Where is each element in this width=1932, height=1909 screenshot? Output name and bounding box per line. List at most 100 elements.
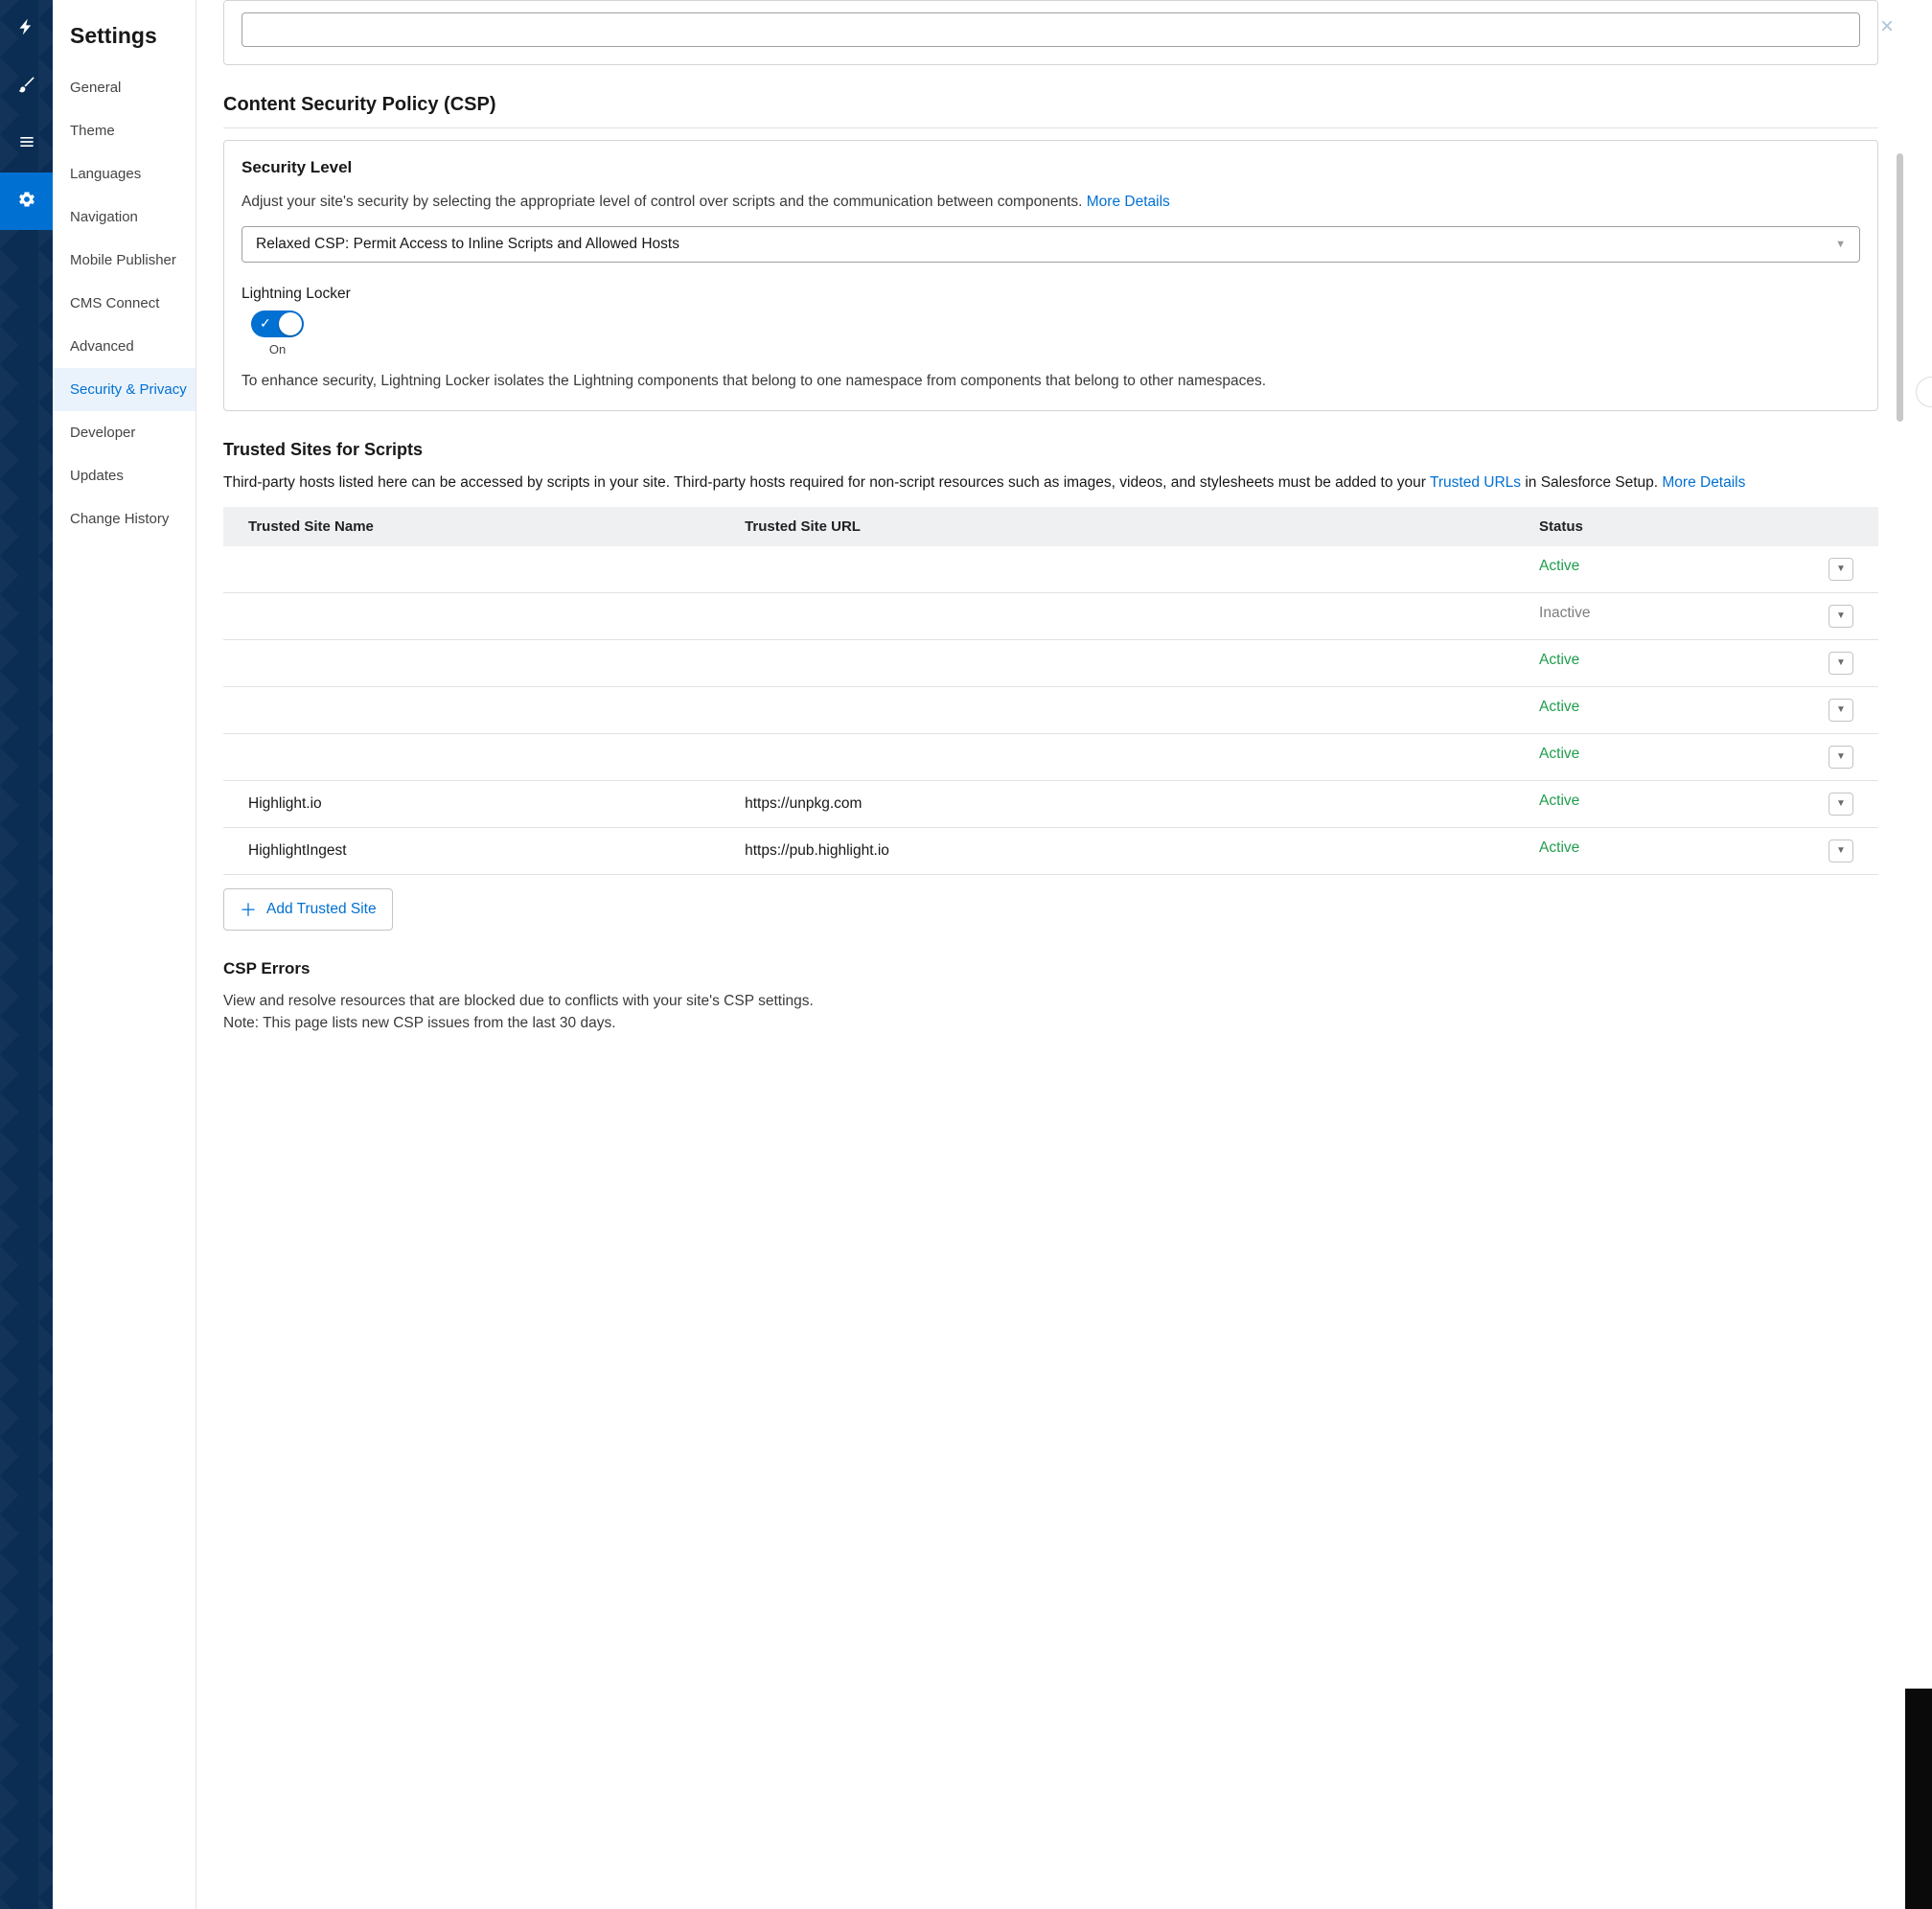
table-row: Highlight.iohttps://unpkg.com Active ▼ [223,780,1878,827]
lightning-locker-label: Lightning Locker [242,286,1860,303]
toggle-track: ✓ [251,310,304,337]
status-badge: Active [1539,793,1579,809]
lightning-locker-desc: To enhance security, Lightning Locker is… [242,370,1860,392]
security-level-desc: Adjust your site's security by selecting… [242,191,1860,213]
lightning-locker-toggle[interactable]: ✓ On [251,310,304,356]
row-action-menu[interactable]: ▼ [1828,605,1853,628]
cell-trusted-site-name [223,686,720,733]
trusted-sites-heading: Trusted Sites for Scripts [223,440,1878,460]
chevron-down-icon: ▼ [1835,239,1846,250]
cell-trusted-site-url: https://unpkg.com [720,780,1514,827]
table-row: Active ▼ [223,733,1878,780]
chevron-down-icon: ▼ [1836,751,1846,762]
main-content: × Content Security Policy (CSP) Security… [196,0,1905,1909]
cell-trusted-site-url [720,733,1514,780]
col-trusted-site-url: Trusted Site URL [720,507,1514,546]
sidebar-item-advanced[interactable]: Advanced [53,325,196,368]
sidebar-item-mobile-publisher[interactable]: Mobile Publisher [53,239,196,282]
table-row: Active ▼ [223,686,1878,733]
trusted-sites-desc: Third-party hosts listed here can be acc… [223,472,1878,494]
cell-trusted-site-url [720,639,1514,686]
bolt-icon [17,17,36,40]
status-badge: Inactive [1539,605,1590,621]
rail-item-menu[interactable] [0,115,53,172]
table-row: Active ▼ [223,546,1878,593]
sidebar-item-cms-connect[interactable]: CMS Connect [53,282,196,325]
security-level-select-value: Relaxed CSP: Permit Access to Inline Scr… [256,236,679,253]
status-badge: Active [1539,652,1579,668]
cell-trusted-site-url [720,546,1514,593]
section-divider [223,127,1878,128]
cell-status: Active ▼ [1514,733,1878,780]
sidebar-item-change-history[interactable]: Change History [53,497,196,540]
clickjack-select[interactable] [242,12,1860,47]
table-row: HighlightIngesthttps://pub.highlight.ioA… [223,827,1878,874]
rail-item-brush[interactable] [0,58,53,115]
cell-status: Active ▼ [1514,546,1878,593]
chevron-down-icon: ▼ [1836,564,1846,574]
sidebar-item-navigation[interactable]: Navigation [53,196,196,239]
rail-item-bolt[interactable] [0,0,53,58]
right-edge [1905,0,1932,1909]
trusted-urls-link[interactable]: Trusted URLs [1430,474,1521,491]
row-action-menu[interactable]: ▼ [1828,746,1853,769]
sidebar-item-languages[interactable]: Languages [53,152,196,196]
rail-item-settings[interactable] [0,172,53,230]
add-trusted-site-button[interactable]: ＋ Add Trusted Site [223,888,393,931]
settings-sidebar: Settings General Theme Languages Navigat… [53,0,196,1909]
clickjack-card [223,0,1878,65]
add-trusted-site-label: Add Trusted Site [266,901,377,918]
row-action-menu[interactable]: ▼ [1828,793,1853,816]
row-action-menu[interactable]: ▼ [1828,558,1853,581]
security-level-select[interactable]: Relaxed CSP: Permit Access to Inline Scr… [242,226,1860,263]
sidebar-title: Settings [53,23,196,66]
cell-status: Inactive ▼ [1514,592,1878,639]
chevron-down-icon: ▼ [1836,657,1846,668]
sidebar-item-developer[interactable]: Developer [53,411,196,454]
cell-trusted-site-url [720,592,1514,639]
close-button[interactable]: × [1880,15,1894,38]
table-row: Inactive ▼ [223,592,1878,639]
col-status: Status [1514,507,1878,546]
cell-status: Active ▼ [1514,780,1878,827]
floating-handle[interactable] [1917,378,1932,406]
cell-status: Active ▼ [1514,686,1878,733]
cell-trusted-site-name [223,592,720,639]
csp-errors-heading: CSP Errors [223,959,1878,978]
sidebar-item-theme[interactable]: Theme [53,109,196,152]
sidebar-item-updates[interactable]: Updates [53,454,196,497]
security-level-card: Security Level Adjust your site's securi… [223,140,1878,411]
cell-trusted-site-name: Highlight.io [223,780,720,827]
cell-trusted-site-name [223,733,720,780]
table-row: Active ▼ [223,639,1878,686]
status-badge: Active [1539,558,1579,574]
nav-rail [0,0,53,1909]
status-badge: Active [1539,699,1579,715]
status-badge: Active [1539,840,1579,856]
brush-icon [17,75,36,98]
trusted-sites-more-details-link[interactable]: More Details [1662,474,1745,491]
gear-icon [17,190,36,213]
close-icon: × [1880,13,1894,39]
security-level-more-details-link[interactable]: More Details [1087,194,1170,210]
row-action-menu[interactable]: ▼ [1828,652,1853,675]
cell-trusted-site-name: HighlightIngest [223,827,720,874]
trusted-sites-table: Trusted Site Name Trusted Site URL Statu… [223,507,1878,875]
row-action-menu[interactable]: ▼ [1828,840,1853,862]
cell-trusted-site-name [223,639,720,686]
status-badge: Active [1539,746,1579,762]
csp-errors-section: CSP Errors View and resolve resources th… [223,959,1878,1035]
chevron-down-icon: ▼ [1836,610,1846,621]
cell-trusted-site-name [223,546,720,593]
col-trusted-site-name: Trusted Site Name [223,507,720,546]
edge-dark-area [1905,1689,1932,1909]
row-action-menu[interactable]: ▼ [1828,699,1853,722]
csp-section-title: Content Security Policy (CSP) [223,94,1878,116]
cell-trusted-site-url: https://pub.highlight.io [720,827,1514,874]
cell-status: Active ▼ [1514,827,1878,874]
toggle-knob [279,312,302,335]
sidebar-item-general[interactable]: General [53,66,196,109]
sidebar-item-security-privacy[interactable]: Security & Privacy [53,368,196,411]
cell-status: Active ▼ [1514,639,1878,686]
scrollbar-thumb[interactable] [1897,153,1903,422]
